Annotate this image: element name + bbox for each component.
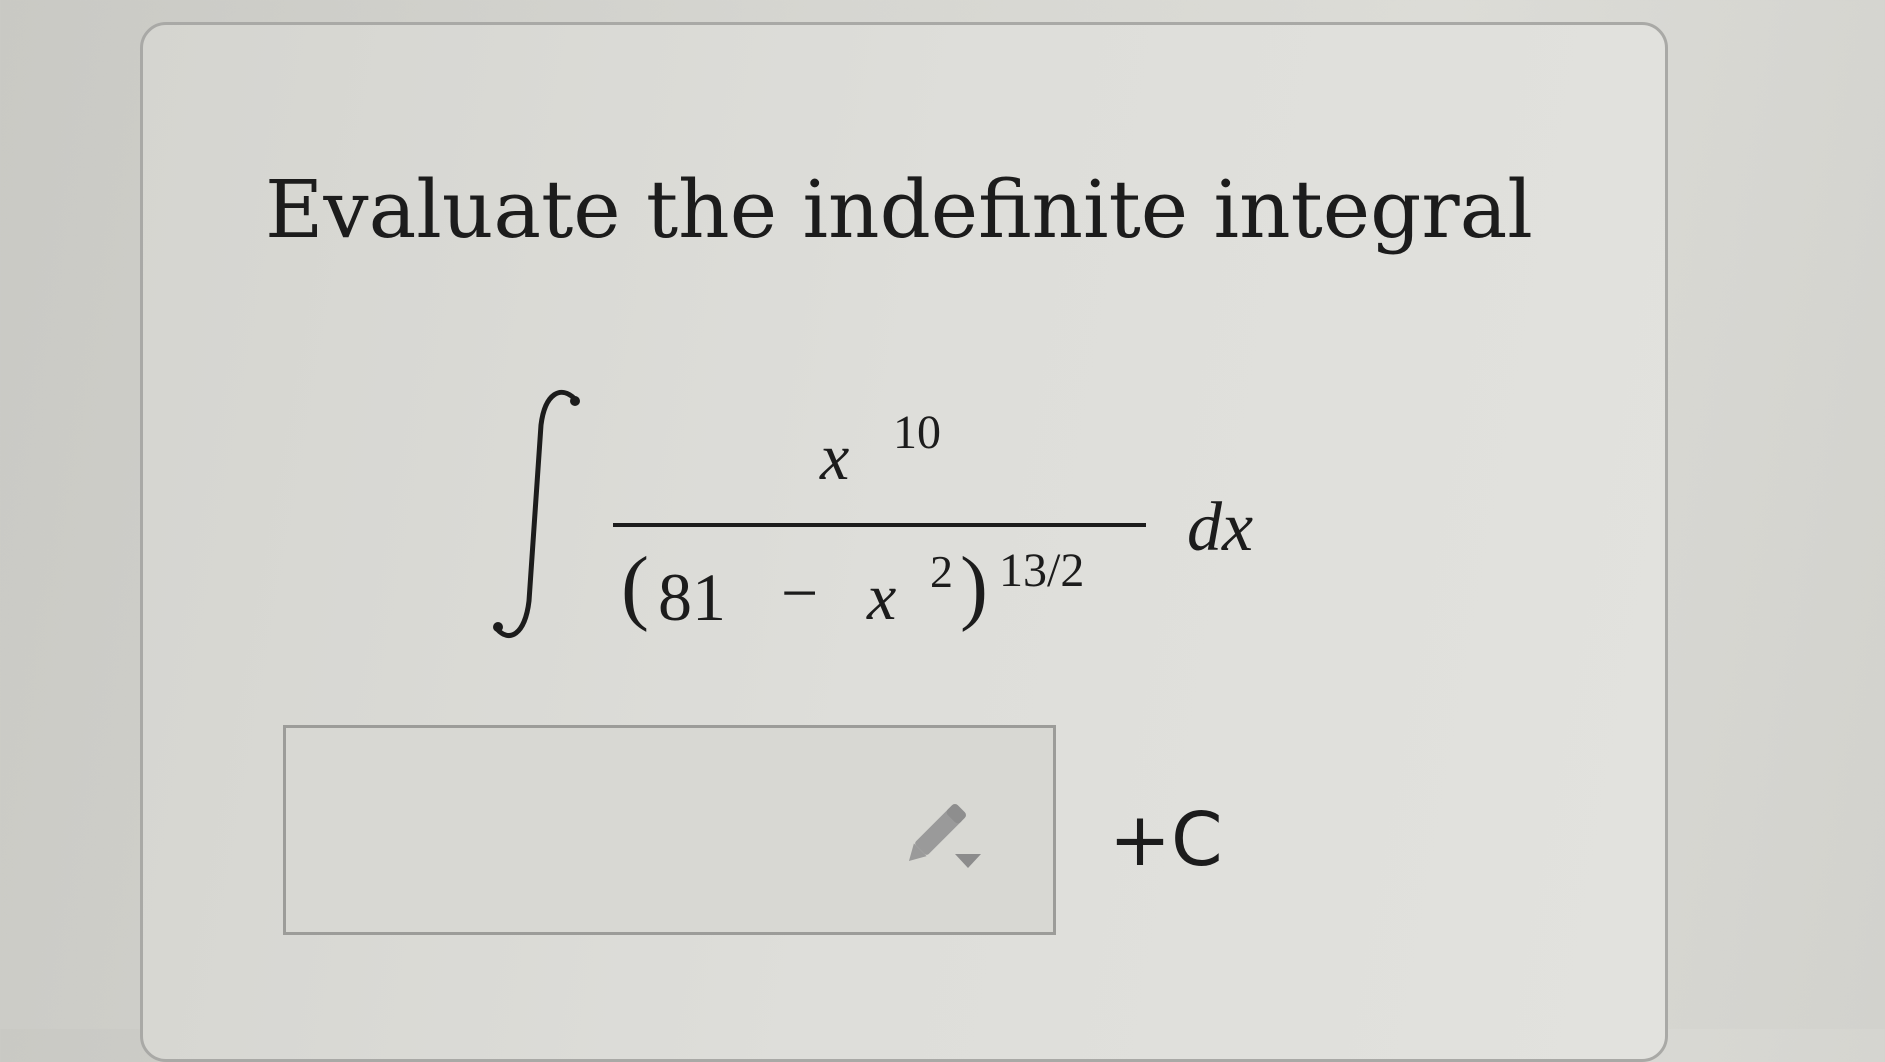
denominator-variable: x xyxy=(867,561,897,634)
denominator-operator: − xyxy=(781,557,819,630)
denominator-variable-exponent: 2 xyxy=(930,546,953,597)
numerator-base: x xyxy=(820,421,850,494)
differential: dx xyxy=(1187,489,1254,566)
answer-input[interactable] xyxy=(283,725,1056,935)
numerator-exponent: 10 xyxy=(893,406,941,459)
constant-of-integration: +C xyxy=(1109,797,1223,883)
denominator-constant: 81 xyxy=(658,559,726,635)
pencil-dropdown-icon[interactable] xyxy=(893,792,993,882)
integral-sign-icon xyxy=(493,389,580,639)
question-card: Evaluate the indefinite integral x 10 ( … xyxy=(140,22,1668,1062)
denominator-close-paren: ) xyxy=(960,540,988,633)
denominator-open-paren: ( xyxy=(621,540,649,633)
fraction-bar xyxy=(613,523,1146,527)
denominator-exponent: 13/2 xyxy=(999,544,1085,597)
